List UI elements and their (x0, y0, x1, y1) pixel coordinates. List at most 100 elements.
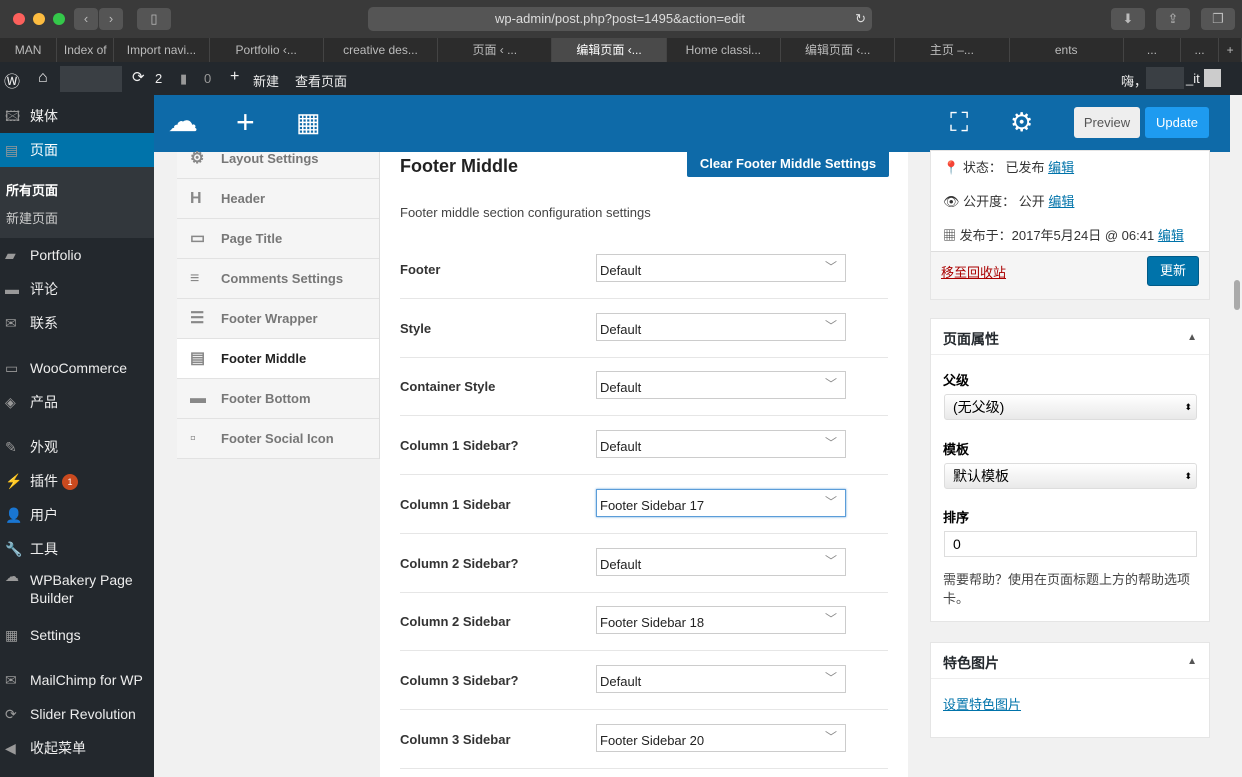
browser-tab[interactable]: ents (1010, 38, 1124, 62)
sidebar-item[interactable]: ⚡ 插件 1 (0, 464, 154, 498)
order-input[interactable]: 0 (944, 531, 1197, 557)
cloud-logo-icon[interactable]: ☁ (168, 107, 198, 137)
setting-select[interactable]: Default ﹀ (596, 312, 846, 341)
featured-title: 特色图片 (943, 655, 999, 671)
username[interactable]: _it (1186, 71, 1200, 86)
edit-status-link[interactable]: 编辑 (1048, 160, 1074, 175)
browser-tab[interactable]: ... (1124, 38, 1181, 62)
settings-nav-item[interactable]: ☰ Footer Wrapper (177, 299, 379, 339)
menu-icon: ⟳ (5, 706, 17, 722)
updates-count[interactable]: 2 (155, 71, 162, 86)
setting-select[interactable]: Footer Sidebar 17 ﹀ (596, 488, 846, 517)
browser-tab[interactable]: Index of (57, 38, 115, 62)
sidebar-item[interactable]: ✎ 外观 (0, 430, 154, 464)
submenu-item[interactable]: 所有页面 (6, 180, 58, 199)
browser-tab[interactable]: Portfolio ‹... (210, 38, 324, 62)
page-scrollbar[interactable] (1232, 95, 1242, 777)
share-icon[interactable]: ⇪ (1156, 8, 1190, 30)
setting-select[interactable]: Default ﹀ (596, 371, 846, 400)
trash-link[interactable]: 移至回收站 (941, 262, 1006, 281)
greeting[interactable]: 嗨， (1121, 71, 1147, 90)
home-icon[interactable]: ⌂ (38, 69, 48, 87)
add-element-icon[interactable]: + (236, 106, 255, 138)
set-featured-image-link[interactable]: 设置特色图片 (943, 694, 1021, 713)
setting-select[interactable]: Default ﹀ (596, 547, 846, 576)
preview-button[interactable]: Preview (1074, 107, 1140, 138)
sidebar-item[interactable]: ▭ WooCommerce (0, 351, 154, 385)
clear-settings-button[interactable]: Clear Footer Middle Settings (687, 152, 889, 177)
sidebar-toggle-icon[interactable]: ▯ (137, 8, 171, 30)
browser-tab[interactable]: Home classi... (667, 38, 781, 62)
setting-select[interactable]: Footer Sidebar 18 ﹀ (596, 606, 846, 635)
sidebar-item-label: Slider Revolution (30, 706, 136, 722)
settings-gear-icon[interactable]: ⚙ (1010, 107, 1033, 137)
parent-select[interactable]: (无父级) ⬍ (944, 394, 1197, 420)
setting-select[interactable]: Default ﹀ (596, 254, 846, 282)
sidebar-item[interactable]: ▦ Settings (0, 618, 154, 652)
settings-nav-item[interactable]: ▭ Page Title (177, 219, 379, 259)
browser-tab[interactable]: + (1219, 38, 1242, 62)
settings-nav-item[interactable]: ▤ Footer Middle (177, 339, 379, 379)
publish-update-button[interactable]: 更新 (1147, 256, 1199, 286)
back-icon[interactable]: ‹ (74, 8, 98, 30)
submenu-item[interactable]: 新建页面 (6, 208, 58, 227)
browser-tab[interactable]: Import navi... (114, 38, 210, 62)
select-arrows-icon: ⬍ (1184, 471, 1192, 481)
reload-icon[interactable]: ↻ (855, 7, 866, 31)
tabs-icon[interactable]: ❐ (1201, 8, 1235, 30)
sidebar-item[interactable]: ⟳ Slider Revolution (0, 697, 154, 731)
settings-nav-item[interactable]: ▬ Footer Bottom (177, 379, 379, 419)
forward-icon[interactable]: › (99, 8, 123, 30)
minimize-window-button[interactable] (33, 13, 45, 25)
setting-select[interactable]: Default ﹀ (596, 430, 846, 459)
browser-tab[interactable]: 编辑页面 ‹... (552, 38, 667, 62)
setting-label: Column 3 Sidebar? (400, 672, 519, 688)
browser-tab[interactable]: creative des... (324, 38, 439, 62)
collapse-arrow-icon[interactable]: ▲ (1187, 656, 1197, 667)
collapse-arrow-icon[interactable]: ▲ (1187, 332, 1197, 343)
settings-nav-item[interactable]: ⚙ Layout Settings (177, 139, 379, 179)
browser-tab[interactable]: 主页 –... (895, 38, 1010, 62)
template-select[interactable]: 默认模板 ⬍ (944, 463, 1197, 489)
maximize-window-button[interactable] (53, 13, 65, 25)
sidebar-item[interactable]: ✉ 联系 (0, 306, 154, 340)
sidebar-item[interactable]: 🖾 媒体 (0, 99, 154, 133)
settings-nav-item[interactable]: ▫ Footer Social Icon (177, 419, 379, 459)
wordpress-logo-icon[interactable]: Ⓦ (4, 68, 20, 92)
setting-select[interactable]: Footer Sidebar 20 ﹀ (596, 723, 846, 752)
update-button[interactable]: Update (1145, 107, 1209, 138)
updates-icon[interactable]: ⟳ (132, 68, 145, 86)
avatar[interactable] (1204, 69, 1221, 87)
close-window-button[interactable] (13, 13, 25, 25)
browser-tab[interactable]: 页面 ‹ ... (438, 38, 553, 62)
sidebar-item[interactable]: ▰ Portfolio (0, 238, 154, 272)
edit-visibility-link[interactable]: 编辑 (1048, 194, 1074, 209)
new-link[interactable]: 新建 (253, 71, 279, 90)
browser-tab[interactable]: ... (1181, 38, 1220, 62)
settings-nav-item[interactable]: ≡ Comments Settings (177, 259, 379, 299)
setting-select[interactable]: Default ﹀ (596, 664, 846, 693)
comments-count[interactable]: 0 (204, 71, 211, 86)
sidebar-item[interactable]: 👤 用户 (0, 498, 154, 532)
sidebar-item[interactable]: 🔧 工具 (0, 532, 154, 566)
downloads-icon[interactable]: ⬇ (1111, 8, 1145, 30)
browser-toolbar: ‹ › ▯ wp-admin/post.php?post=1495&action… (0, 0, 1242, 38)
browser-tab[interactable]: MAN (0, 38, 58, 62)
comments-icon[interactable]: ▮ (180, 71, 187, 87)
sidebar-item[interactable]: ▤ 页面 (0, 133, 154, 167)
plugins-update-badge: 1 (62, 474, 78, 491)
sidebar-item[interactable]: ◀ 收起菜单 (0, 731, 154, 765)
settings-nav-item[interactable]: H Header (177, 179, 379, 219)
sidebar-item[interactable]: ▬ 评论 (0, 272, 154, 306)
sidebar-item[interactable]: ◈ 产品 (0, 385, 154, 419)
scrollbar-thumb[interactable] (1234, 280, 1240, 310)
site-name[interactable] (60, 66, 122, 92)
fullscreen-icon[interactable]: ⛶ (950, 107, 968, 137)
view-page-link[interactable]: 查看页面 (295, 71, 347, 90)
layout-template-icon[interactable]: ▦ (296, 107, 321, 137)
address-bar[interactable]: wp-admin/post.php?post=1495&action=edit ↻ (368, 7, 872, 31)
edit-date-link[interactable]: 编辑 (1158, 228, 1184, 243)
sidebar-item[interactable]: ☁ WPBakery Page Builder (0, 567, 154, 611)
sidebar-item[interactable]: ✉ MailChimp for WP (0, 663, 154, 697)
browser-tab[interactable]: 编辑页面 ‹... (781, 38, 896, 62)
